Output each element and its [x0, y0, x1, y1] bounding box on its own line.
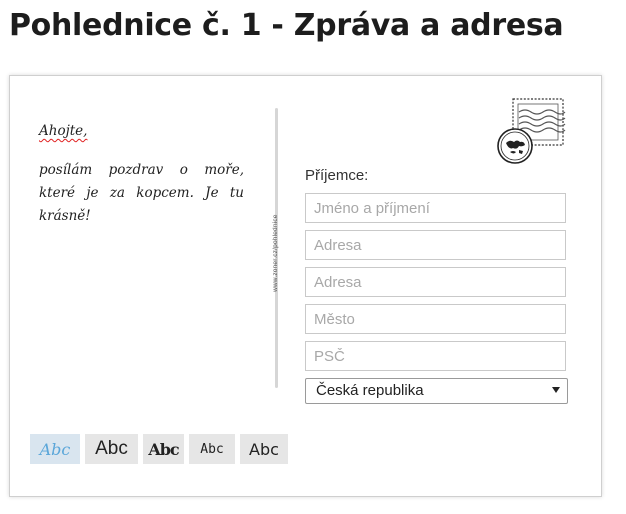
postmark-globe-icon	[497, 128, 533, 164]
message-greeting: Ahojte,	[39, 123, 88, 139]
message-body: posílám pozdrav o moře, které je za kopc…	[39, 162, 244, 224]
postcard-editor-page: Pohlednice č. 1 - Zpráva a adresa Ahojte…	[0, 0, 626, 514]
page-title: Pohlednice č. 1 - Zpráva a adresa	[9, 8, 564, 43]
font-option-3-button[interactable]: Abc	[143, 434, 184, 464]
recipient-address2-input[interactable]	[305, 267, 566, 297]
country-select[interactable]: Česká republika	[305, 378, 568, 404]
font-option-5-button[interactable]: Abc	[240, 434, 288, 464]
postage-stamp-icon	[497, 98, 566, 164]
recipient-address1-input[interactable]	[305, 230, 566, 260]
recipient-name-input[interactable]	[305, 193, 566, 223]
font-option-4-button[interactable]: Abc	[189, 434, 235, 464]
font-option-2-button[interactable]: Abc	[85, 434, 138, 464]
font-option-1-button[interactable]: Abc	[30, 434, 80, 464]
card-url-text: www.zoner.cz/pohlednice	[272, 214, 279, 292]
chevron-down-icon	[552, 387, 560, 393]
message-area[interactable]: Ahojte, posílám pozdrav o moře, které je…	[39, 120, 244, 228]
recipient-city-input[interactable]	[305, 304, 566, 334]
postcard: Ahojte, posílám pozdrav o moře, které je…	[9, 75, 602, 497]
recipient-zip-input[interactable]	[305, 341, 566, 371]
recipient-label: Příjemce:	[305, 167, 369, 184]
stamp-area	[495, 96, 570, 166]
country-select-value: Česká republika	[316, 382, 424, 399]
